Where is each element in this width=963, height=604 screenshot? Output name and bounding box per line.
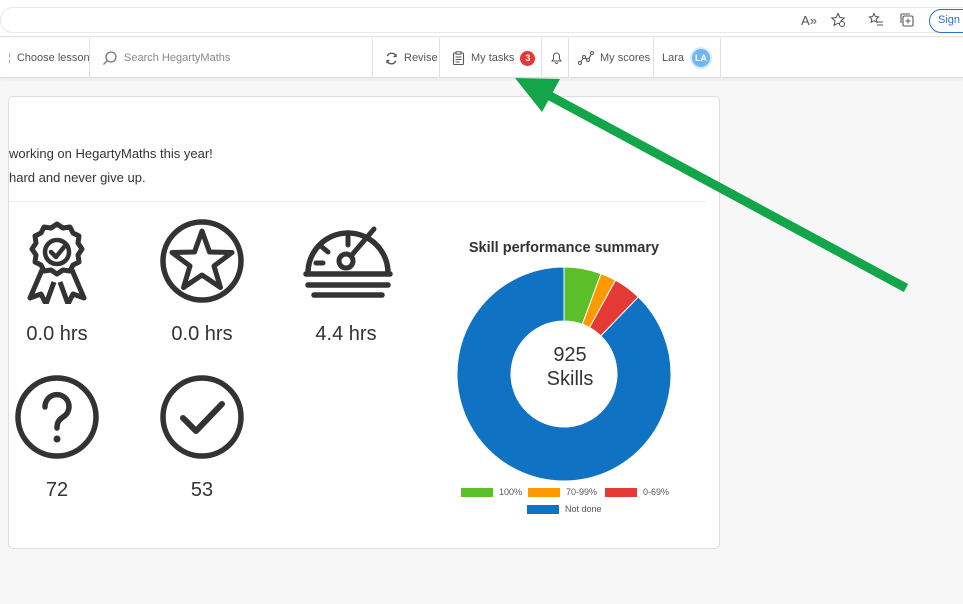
- nav-divider: [439, 38, 440, 78]
- legend-item[interactable]: 100%: [461, 487, 522, 497]
- legend-label: 100%: [499, 487, 523, 497]
- favorite-star-icon[interactable]: [829, 11, 847, 29]
- welcome-line-1: working on HegartyMaths this year!: [9, 146, 213, 161]
- app-navbar: ¦ Choose lesson Search HegartyMaths Revi…: [0, 38, 963, 78]
- search-icon: [103, 51, 117, 65]
- welcome-line-2: hard and never give up.: [9, 170, 146, 185]
- my-scores-label: My scores: [600, 52, 651, 64]
- summary-card: working on HegartyMaths this year! hard …: [8, 96, 720, 549]
- legend-item[interactable]: 70-99%: [528, 487, 597, 497]
- nav-divider: [568, 38, 569, 78]
- legend-label: 70-99%: [566, 487, 598, 497]
- user-menu-button[interactable]: Lara LA: [654, 38, 720, 78]
- collections-icon[interactable]: [898, 11, 916, 29]
- revise-button[interactable]: Revise: [377, 38, 446, 78]
- award-ribbon-icon: [27, 221, 87, 304]
- legend-swatch: [527, 504, 559, 514]
- nav-edge-glyph: ¦: [8, 52, 11, 64]
- search-input[interactable]: Search HegartyMaths: [94, 38, 369, 78]
- speedometer-icon: [303, 226, 393, 298]
- skills-caption: Skills: [546, 368, 594, 390]
- nav-divider: [720, 38, 721, 78]
- choose-lesson-button[interactable]: ¦ Choose lesson: [0, 38, 98, 78]
- bell-icon: [551, 52, 562, 64]
- line-graph-icon: [578, 51, 594, 65]
- sign-in-button[interactable]: Sign i: [929, 9, 963, 33]
- legend-item[interactable]: 0-69%: [605, 487, 669, 497]
- skills-total: 925: [553, 344, 587, 366]
- check-circle-icon: [160, 375, 244, 459]
- star-circle-icon: [160, 219, 244, 303]
- stat-value: 53: [190, 479, 214, 501]
- choose-lesson-label: Choose lesson: [16, 52, 90, 64]
- my-scores-button[interactable]: My scores: [570, 38, 658, 78]
- notifications-button[interactable]: [543, 38, 570, 78]
- stat-value: 0.0 hrs: [171, 323, 233, 345]
- question-circle-icon: [15, 375, 99, 459]
- screen: A» Sign i ¦ Choose lesson Search Hegarty…: [0, 0, 963, 604]
- stat-value: 72: [45, 479, 69, 501]
- revise-label: Revise: [404, 52, 438, 64]
- chart-title: Skill performance summary: [468, 240, 660, 256]
- legend-swatch: [528, 487, 560, 497]
- legend-label: Not done: [565, 504, 602, 514]
- nav-divider: [89, 38, 90, 78]
- legend-item[interactable]: Not done: [527, 504, 602, 514]
- nav-divider: [541, 38, 542, 78]
- legend-label: 0-69%: [643, 487, 670, 497]
- legend-swatch: [461, 487, 493, 497]
- browser-toolbar: A» Sign i: [0, 0, 963, 37]
- my-tasks-label: My tasks: [471, 52, 515, 64]
- address-bar[interactable]: [0, 7, 963, 33]
- legend-swatch: [605, 487, 637, 497]
- user-name: Lara: [662, 52, 685, 64]
- clipboard-icon: [452, 51, 465, 65]
- stat-value: 4.4 hrs: [315, 323, 377, 345]
- avatar: LA: [690, 47, 713, 69]
- refresh-icon: [386, 52, 397, 64]
- favorites-list-icon[interactable]: [867, 11, 885, 29]
- nav-divider: [372, 38, 373, 78]
- section-divider: [9, 201, 706, 202]
- read-aloud-icon[interactable]: A»: [800, 11, 818, 29]
- stat-value: 0.0 hrs: [26, 323, 88, 345]
- my-tasks-button[interactable]: My tasks 3: [444, 38, 543, 78]
- donut-center-label: 925 Skills: [515, 343, 625, 391]
- search-placeholder: Search HegartyMaths: [124, 52, 231, 64]
- tasks-count-badge: 3: [520, 50, 536, 66]
